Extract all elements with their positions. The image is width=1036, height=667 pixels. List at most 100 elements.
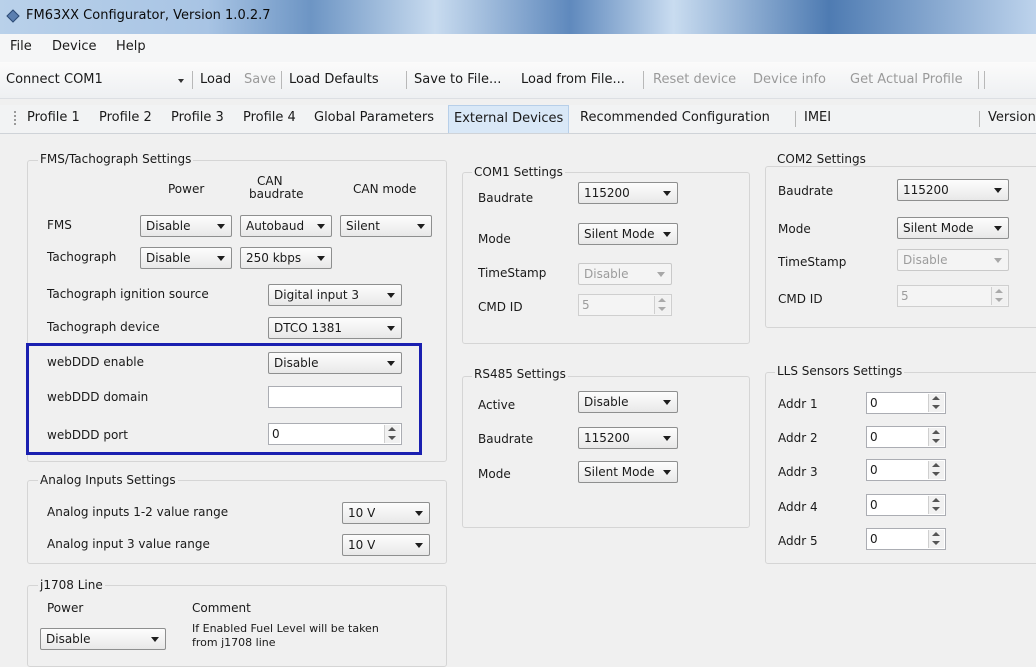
spinner-icon[interactable] [928, 394, 944, 412]
analog-range-12-select[interactable]: 10 V [342, 502, 430, 524]
chevron-down-icon [387, 326, 395, 331]
j1708-power-select[interactable]: Disable [40, 628, 166, 650]
tab-global-parameters[interactable]: Global Parameters [314, 105, 434, 132]
tacho-device-select[interactable]: DTCO 1381 [268, 317, 402, 339]
spinner-icon[interactable] [991, 287, 1007, 305]
rs485-active-select[interactable]: Disable [578, 391, 678, 413]
lls-addr-2-input[interactable]: 0 [866, 426, 946, 448]
title-bar: FM63XX Configurator, Version 1.0.2.7 [0, 0, 1036, 34]
spinner-icon[interactable] [928, 428, 944, 446]
rs485-baud-label: Baudrate [478, 432, 534, 446]
tab-profile-1[interactable]: Profile 1 [27, 105, 80, 132]
tab-imei[interactable]: IMEI [804, 105, 831, 132]
tab-recommended-configuration[interactable]: Recommended Configuration [580, 105, 770, 132]
fms-can-mode-select[interactable]: Silent [340, 215, 432, 237]
com2-mode-select[interactable]: Silent Mode [897, 217, 1009, 239]
rs485-active-value: Disable [584, 395, 629, 409]
chevron-down-icon [663, 470, 671, 475]
j1708-comment-label: Comment [192, 601, 251, 615]
menu-file[interactable]: File [10, 39, 32, 54]
j1708-comment-line-2: from j1708 line [192, 636, 276, 649]
com1-baud-select[interactable]: 115200 [578, 182, 678, 204]
ignition-source-value: Digital input 3 [274, 288, 360, 302]
com2-timestamp-select[interactable]: Disable [897, 249, 1009, 271]
rs485-baud-select[interactable]: 115200 [578, 427, 678, 449]
lls-addr-5-label: Addr 5 [778, 534, 818, 548]
ignition-source-select[interactable]: Digital input 3 [268, 284, 402, 306]
tab-external-devices[interactable]: External Devices [448, 105, 570, 133]
analog-range-3-label: Analog input 3 value range [47, 537, 210, 551]
analog-range-3-select[interactable]: 10 V [342, 534, 430, 556]
tab-bar: Profile 1 Profile 2 Profile 3 Profile 4 … [0, 105, 1036, 134]
toolbar-separator [192, 71, 193, 89]
device-info-button[interactable]: Device info [753, 72, 826, 87]
save-button[interactable]: Save [244, 72, 276, 87]
spinner-icon[interactable] [928, 496, 944, 514]
lls-addr-3-label: Addr 3 [778, 465, 818, 479]
get-actual-profile-button[interactable]: Get Actual Profile [850, 72, 963, 87]
port-select[interactable]: COM1 [60, 69, 190, 91]
chevron-down-icon [657, 272, 665, 277]
load-button[interactable]: Load [200, 72, 231, 87]
com1-timestamp-select[interactable]: Disable [578, 263, 672, 285]
reset-device-button[interactable]: Reset device [653, 72, 736, 87]
fms-group-title: FMS/Tachograph Settings [38, 152, 194, 166]
analog-range-12-value: 10 V [348, 506, 376, 520]
toolbar-separator [978, 71, 979, 89]
chevron-down-icon [317, 256, 325, 261]
com2-cmd-id-input[interactable]: 5 [897, 285, 1009, 307]
tab-profile-3[interactable]: Profile 3 [171, 105, 224, 132]
menu-help[interactable]: Help [116, 39, 146, 54]
col-can-baud-header-1: CAN [257, 174, 283, 188]
tacho-power-select[interactable]: Disable [140, 247, 232, 269]
tab-separator [795, 111, 796, 127]
toolbar: Connect COM1 Load Save Load Defaults Sav… [0, 62, 1036, 99]
load-defaults-button[interactable]: Load Defaults [289, 72, 379, 87]
com1-cmd-id-value: 5 [582, 298, 590, 312]
com2-baud-select[interactable]: 115200 [897, 179, 1009, 201]
fms-can-mode-value: Silent [346, 219, 380, 233]
com2-cmd-id-value: 5 [901, 289, 909, 303]
spinner-icon[interactable] [654, 296, 670, 314]
tab-version[interactable]: Version [988, 105, 1036, 132]
fms-can-baud-select[interactable]: Autobaud [240, 215, 332, 237]
com2-cmd-id-label: CMD ID [778, 292, 823, 306]
lls-addr-4-input[interactable]: 0 [866, 494, 946, 516]
chevron-down-icon [415, 511, 423, 516]
analog-group-title: Analog Inputs Settings [38, 473, 178, 487]
tab-profile-2[interactable]: Profile 2 [99, 105, 152, 132]
toolbar-separator [643, 71, 644, 89]
window-title: FM63XX Configurator, Version 1.0.2.7 [26, 8, 271, 23]
lls-addr-4-label: Addr 4 [778, 500, 818, 514]
lls-addr-4-value: 0 [870, 498, 878, 512]
chevron-down-icon [417, 224, 425, 229]
chevron-down-icon [663, 232, 671, 237]
fms-power-select[interactable]: Disable [140, 215, 232, 237]
connect-label: Connect [6, 72, 60, 87]
tacho-device-label: Tachograph device [47, 320, 160, 334]
spinner-icon[interactable] [928, 530, 944, 548]
menu-device[interactable]: Device [52, 39, 96, 54]
lls-addr-3-input[interactable]: 0 [866, 459, 946, 481]
com1-baud-label: Baudrate [478, 191, 534, 205]
com1-cmd-id-input[interactable]: 5 [578, 294, 672, 316]
chevron-down-icon [994, 188, 1002, 193]
j1708-comment-line-1: If Enabled Fuel Level will be taken [192, 622, 379, 635]
tab-profile-4[interactable]: Profile 4 [243, 105, 296, 132]
com2-timestamp-value: Disable [903, 253, 948, 267]
com1-mode-select[interactable]: Silent Modе [578, 223, 678, 245]
tacho-power-value: Disable [146, 251, 191, 265]
lls-addr-5-input[interactable]: 0 [866, 528, 946, 550]
spinner-icon[interactable] [928, 461, 944, 479]
chevron-down-icon [415, 543, 423, 548]
fms-label: FMS [47, 218, 72, 232]
save-to-file-button[interactable]: Save to File... [414, 72, 501, 87]
load-from-file-button[interactable]: Load from File... [521, 72, 625, 87]
rs485-mode-select[interactable]: Silent Modе [578, 461, 678, 483]
tacho-can-baud-select[interactable]: 250 kbps [240, 247, 332, 269]
fms-power-value: Disable [146, 219, 191, 233]
com1-cmd-id-label: CMD ID [478, 300, 523, 314]
toolbar-separator [984, 71, 985, 89]
lls-addr-1-input[interactable]: 0 [866, 392, 946, 414]
com1-group-title: COM1 Settings [472, 165, 565, 179]
